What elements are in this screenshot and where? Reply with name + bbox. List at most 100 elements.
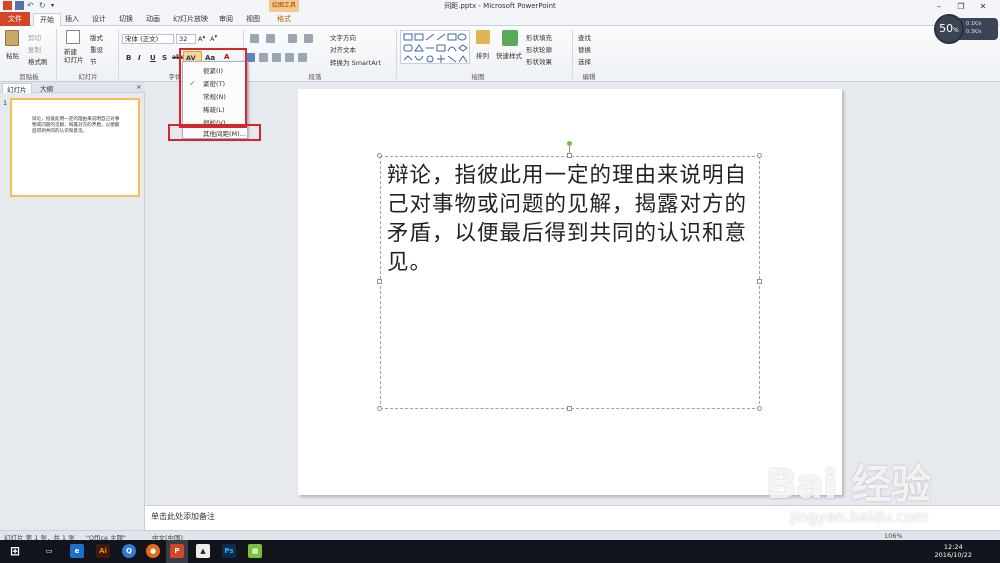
text-direction-button[interactable]: 文字方向 [330,32,356,42]
illustrator-icon[interactable]: Ai [96,544,110,558]
tab-transitions[interactable]: 切换 [119,14,133,24]
paste-button[interactable]: 粘贴 [6,50,19,60]
slides-pane: 幻灯片 大纲 × 1 辩论，指彼此用一定的理由来说明自己对事物或问题的见解，揭露… [0,82,145,530]
edge-browser-icon[interactable]: e [70,544,84,558]
tab-view[interactable]: 视图 [246,14,260,24]
photo-app-icon[interactable]: ▲ [196,544,210,558]
align-right-icon[interactable] [272,53,281,62]
new-slide-icon[interactable] [66,30,80,44]
section-button[interactable]: 节 [90,56,97,66]
align-text-button[interactable]: 对齐文本 [330,44,356,54]
shadow-button[interactable]: S [162,54,167,62]
numbering-icon[interactable] [266,34,275,43]
app-icon[interactable]: ● [146,544,160,558]
paste-icon[interactable] [5,30,19,46]
resize-handle-right[interactable] [757,279,762,284]
tab-home[interactable]: 开始 [33,13,61,26]
resize-handle-bottom[interactable] [567,406,572,411]
copy-button[interactable]: 复制 [28,44,41,54]
baidu-logo: Bai 经验 [766,462,932,508]
shape-fill-button[interactable]: 形状填充 [526,32,552,42]
reset-button[interactable]: 重设 [90,44,103,54]
resize-handle-top-left[interactable] [377,153,382,158]
tab-slides-pane[interactable]: 幻灯片 [2,83,32,94]
ribbon-separator [118,29,119,79]
drawing-group-label: 绘图 [471,73,485,81]
shapes-gallery[interactable] [400,30,470,64]
bullets-icon[interactable] [250,34,259,43]
editing-group-label: 编辑 [582,73,596,81]
align-center-icon[interactable] [259,53,268,62]
speed-line-2: 0.3K/s [966,29,982,35]
usage-circle: 50% [934,14,964,44]
arrange-button[interactable]: 排列 [476,50,489,60]
window-title: 间距.pptx - Microsoft PowerPoint [444,2,556,10]
tab-slideshow[interactable]: 幻灯片放映 [173,14,208,24]
tab-outline-pane[interactable]: 大纲 [36,83,57,93]
columns-icon[interactable] [298,53,307,62]
find-button[interactable]: 查找 [578,32,591,42]
tab-file[interactable]: 文件 [0,12,30,26]
underline-button[interactable]: U [150,54,156,62]
tab-review[interactable]: 审阅 [219,14,233,24]
title-bar: ↶ ↻ ▾ 间距.pptx - Microsoft PowerPoint 绘图工… [0,0,1000,12]
highlight-box-more-spacing [168,124,261,141]
format-painter-button[interactable]: 格式刷 [28,56,48,66]
font-size-combo[interactable]: 32 [176,34,196,44]
drawing-tools-context: 绘图工具 [269,0,299,12]
resize-handle-top[interactable] [567,153,572,158]
tab-animations[interactable]: 动画 [146,14,160,24]
notes-placeholder[interactable]: 单击此处添加备注 [151,511,215,522]
font-name-combo[interactable]: 宋体 (正文) [122,34,174,44]
indent-icon[interactable] [288,34,297,43]
italic-button[interactable]: I [138,54,141,62]
quick-styles-icon[interactable] [502,30,518,46]
taskbar-clock[interactable]: 12:24 2016/10/22 [935,543,972,559]
ribbon-separator [572,29,573,79]
usage-percent: 50 [939,22,954,35]
slide-thumbnail[interactable]: 辩论，指彼此用一定的理由来说明自己对事物或问题的见解，揭露对方的矛盾，以便最后得… [10,98,140,197]
quick-styles-button[interactable]: 快速样式 [496,50,522,60]
task-view-icon[interactable]: ▭ [42,544,56,558]
justify-icon[interactable] [285,53,294,62]
tab-insert[interactable]: 插入 [65,14,79,24]
resize-handle-bottom-right[interactable] [757,406,762,411]
line-spacing-icon[interactable] [304,34,313,43]
close-pane-button[interactable]: × [132,83,145,93]
bold-button[interactable]: B [126,54,131,62]
layout-button[interactable]: 版式 [90,32,103,42]
new-slide-button[interactable]: 新建 幻灯片 [64,48,84,64]
arrange-icon[interactable] [476,30,490,44]
shrink-font-icon[interactable]: A▾ [210,34,217,43]
browser-icon[interactable]: Q [122,544,136,558]
shape-outline-button[interactable]: 形状轮廓 [526,44,552,54]
taskbar: ⊞ ▭ e Ai Q ● P ▲ Ps ▦ 12:24 2016/10/22 [0,540,1000,563]
ribbon: 粘贴 剪切 复制 格式刷 剪贴板 新建 幻灯片 版式 重设 节 幻灯片 宋体 (… [0,26,1000,82]
resize-handle-bottom-left[interactable] [377,406,382,411]
resize-handle-left[interactable] [377,279,382,284]
windows-start-icon[interactable]: ⊞ [8,544,22,558]
slide-canvas[interactable]: 辩论，指彼此用一定的理由来说明自己对事物或问题的见解，揭露对方的矛盾，以便最后得… [298,89,842,495]
convert-smartart-button[interactable]: 转换为 SmartArt [330,57,381,67]
tab-design[interactable]: 设计 [92,14,106,24]
baidu-watermark: Bai 经验 jingyan.baidu.com [760,452,1000,542]
powerpoint-taskbar-icon[interactable]: P [170,544,184,558]
cut-button[interactable]: 剪切 [28,32,41,42]
text-box[interactable]: 辩论，指彼此用一定的理由来说明自己对事物或问题的见解，揭露对方的矛盾，以便最后得… [380,156,760,409]
tab-format[interactable]: 格式 [277,14,291,24]
ribbon-separator [396,29,397,79]
ribbon-separator [56,29,57,79]
slide-body-text[interactable]: 辩论，指彼此用一定的理由来说明自己对事物或问题的见解，揭露对方的矛盾，以便最后得… [387,161,759,277]
network-speed-widget[interactable]: 0.1K/s 0.3K/s 50% [932,10,998,44]
shape-effects-button[interactable]: 形状效果 [526,56,552,66]
clock-time: 12:24 [943,543,963,551]
watermark-url: jingyan.baidu.com [790,508,929,526]
slides-group-label: 幻灯片 [78,73,98,81]
replace-button[interactable]: 替换 [578,44,591,54]
grow-font-icon[interactable]: A▴ [198,34,205,43]
photoshop-icon[interactable]: Ps [222,544,236,558]
app-grid-icon[interactable]: ▦ [248,544,262,558]
ribbon-tabs: 文件 开始 插入 设计 切换 动画 幻灯片放映 审阅 视图 格式 [0,12,1000,26]
select-button[interactable]: 选择 [578,56,591,66]
resize-handle-top-right[interactable] [757,153,762,158]
